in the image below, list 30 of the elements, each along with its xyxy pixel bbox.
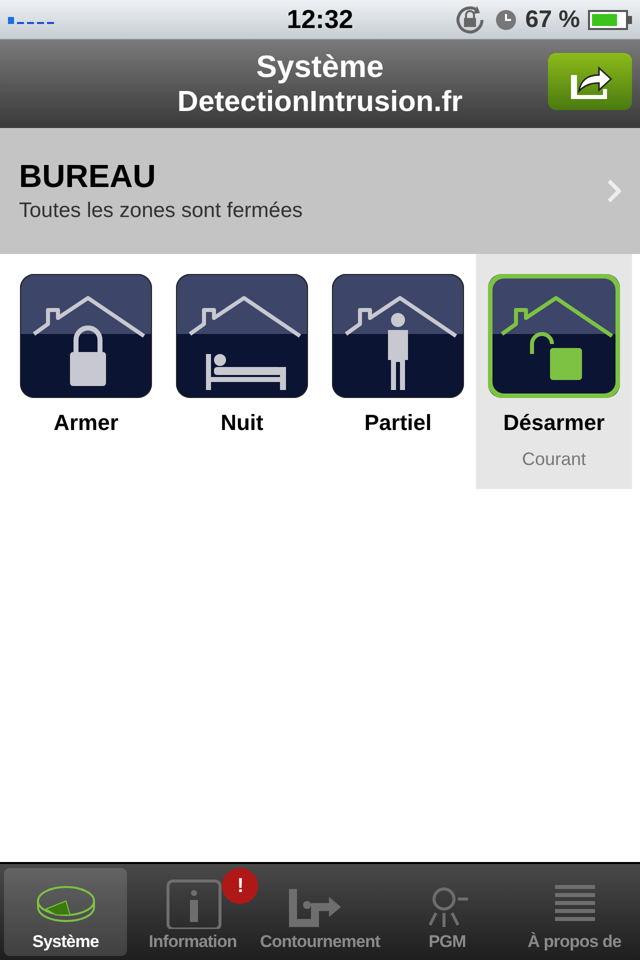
tab-item[interactable]: À propos de [512, 868, 636, 956]
battery-percent: 67 % [525, 4, 580, 34]
house-icon [176, 274, 308, 398]
house-icon [332, 274, 464, 398]
current-label: Courant [522, 448, 586, 471]
chevron-icon [607, 179, 621, 203]
mode-button[interactable]: Armer [20, 274, 152, 438]
house-icon [488, 274, 620, 398]
house-icon [20, 274, 152, 398]
mode-label: Désarmer [503, 409, 605, 437]
share-button[interactable] [548, 53, 632, 110]
clock-time: 12:32 [286, 3, 354, 36]
mode-label: Nuit [220, 409, 264, 437]
battery-icon [588, 10, 632, 30]
section-title: BUREAU [19, 157, 157, 196]
mode-label: Armer [54, 409, 118, 437]
alert-badge: ! [222, 868, 258, 904]
nav-title: Système [256, 49, 384, 85]
section-subtitle: Toutes les zones sont fermées [19, 198, 303, 224]
section-header[interactable]: BUREAU Toutes les zones sont fermées [0, 128, 640, 254]
mode-button[interactable]: Nuit [176, 274, 308, 438]
mode-label: Partiel [364, 409, 432, 437]
tab-item[interactable]: PGM [386, 868, 509, 956]
signal-icon [8, 16, 56, 24]
tab-item[interactable]: Système [4, 868, 128, 956]
mode-button[interactable]: Partiel [332, 274, 464, 438]
tab-item[interactable]: Contournement [258, 868, 382, 956]
mode-button[interactable]: Désarmer [488, 274, 620, 438]
nav-subtitle: DetectionIntrusion.fr [177, 85, 463, 119]
alarm-clock-icon [495, 8, 518, 30]
